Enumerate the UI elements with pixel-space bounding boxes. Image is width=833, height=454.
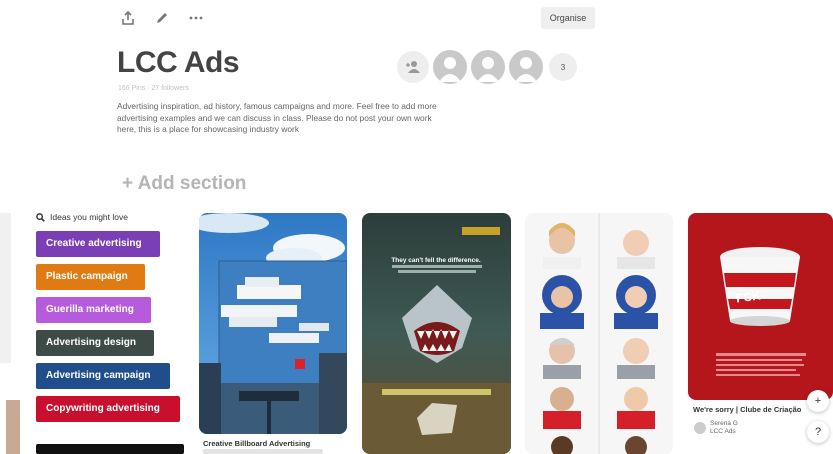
pin-shark-ad[interactable]	[362, 213, 511, 454]
pin-caption[interactable]: We're sorry | Clube de Criação	[693, 405, 801, 414]
pin-image	[199, 213, 347, 434]
pinner-name: Serena G	[710, 420, 738, 427]
idea-chip[interactable]: Advertising design	[36, 330, 154, 356]
share-icon[interactable]	[118, 8, 138, 28]
pin-pinner[interactable]: Serena G LCC Ads	[694, 420, 738, 435]
pin-caption[interactable]: Creative Billboard Advertising	[203, 439, 310, 448]
pinner-text: Serena G LCC Ads	[710, 420, 738, 435]
help-button[interactable]: ?	[807, 421, 829, 443]
collaborator-avatar[interactable]	[433, 50, 467, 84]
idea-chip[interactable]: Plastic campaign	[36, 264, 145, 290]
pin-image	[362, 213, 511, 454]
left-edge-panel	[0, 213, 11, 363]
idea-chip[interactable]: Advertising campaign	[36, 363, 170, 389]
collaborator-count[interactable]: 3	[549, 53, 577, 81]
pencil-icon[interactable]	[152, 8, 172, 28]
idea-chip[interactable]: Copywriting advertising	[36, 396, 180, 422]
board-description: Advertising inspiration, ad history, fam…	[117, 101, 437, 134]
board-title: LCC Ads	[117, 46, 240, 79]
pin-subcaption-placeholder	[203, 449, 323, 454]
ideas-heading-label: Ideas you might love	[50, 212, 128, 222]
add-person-icon	[406, 61, 420, 73]
more-icon[interactable]	[186, 8, 206, 28]
ideas-heading: Ideas you might love	[36, 212, 180, 222]
pin-kfc-ad[interactable]	[688, 213, 833, 400]
pin-lego-billboard[interactable]	[199, 213, 347, 434]
pinner-board: LCC Ads	[710, 427, 736, 435]
add-section-button[interactable]: + Add section	[122, 173, 246, 195]
idea-chip-partial[interactable]	[36, 444, 184, 454]
idea-chip[interactable]: Guerilla marketing	[36, 297, 151, 323]
pin-image	[688, 213, 833, 400]
idea-chip-list: Creative advertising Plastic campaign Gu…	[36, 231, 180, 422]
idea-chip[interactable]: Creative advertising	[36, 231, 160, 257]
collaborator-avatar[interactable]	[509, 50, 543, 84]
ideas-panel: Ideas you might love Creative advertisin…	[36, 212, 180, 429]
add-collaborator-button[interactable]	[397, 51, 429, 83]
search-icon	[36, 212, 45, 222]
pin-faces-grid[interactable]	[525, 213, 673, 454]
pin-image	[525, 213, 673, 454]
pin-shark-headline: They can't fell the difference.	[391, 257, 481, 264]
board-toolbar	[118, 8, 206, 28]
collaborator-avatar[interactable]	[471, 50, 505, 84]
board-stats: 166 Pins · 27 followers	[118, 85, 189, 92]
pinner-avatar	[694, 421, 706, 434]
left-edge-image	[6, 400, 20, 454]
collaborators: 3	[397, 50, 577, 84]
organise-button[interactable]: Organise	[541, 7, 595, 29]
add-pin-button[interactable]: +	[807, 390, 829, 412]
